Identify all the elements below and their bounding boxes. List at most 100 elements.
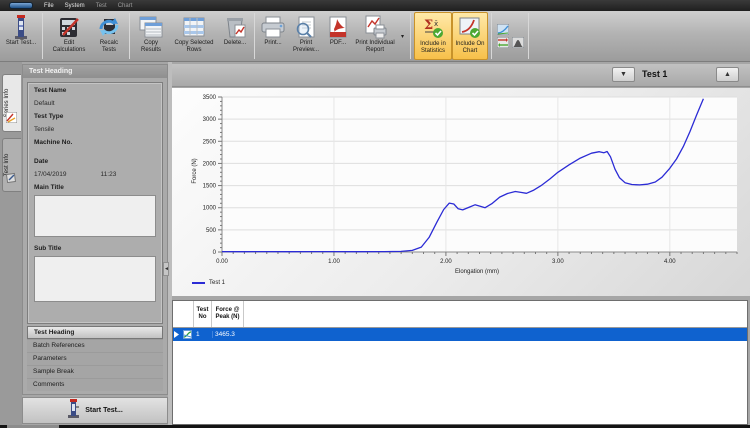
section-comments[interactable]: Comments xyxy=(27,378,163,391)
svg-text:4.00: 4.00 xyxy=(664,259,676,265)
toolbar-label: Print... xyxy=(264,40,281,47)
printer-icon xyxy=(260,14,286,40)
menu-file[interactable]: File xyxy=(44,3,54,9)
svg-text:3000: 3000 xyxy=(203,117,217,123)
results-table-header: Test No Force @ Peak (N) xyxy=(173,301,747,328)
current-test-label: Test 1 xyxy=(642,69,667,79)
toolbar: Start Test... Edit Calculations Recalc T… xyxy=(0,11,750,62)
svg-text:3500: 3500 xyxy=(203,95,217,101)
section-sample-break[interactable]: Sample Break xyxy=(27,365,163,378)
app-menu-button[interactable] xyxy=(9,2,33,9)
toolbar-separator xyxy=(528,13,529,59)
svg-text:x̄: x̄ xyxy=(434,20,438,28)
svg-text:500: 500 xyxy=(206,228,217,234)
test-info-icon xyxy=(6,170,17,188)
result-row[interactable]: 1 3465.3 xyxy=(173,328,747,341)
menu-test[interactable]: Test xyxy=(96,3,107,9)
next-test-button[interactable]: ▲ xyxy=(716,67,739,82)
test-navigator-bar: ▼ Test 1 ▲ xyxy=(172,64,750,87)
delete-button[interactable]: Delete... xyxy=(219,12,251,60)
test-no-column-header[interactable]: Test No xyxy=(194,301,212,327)
delete-icon xyxy=(223,14,247,40)
svg-text:3.00: 3.00 xyxy=(552,259,564,265)
svg-text:1.00: 1.00 xyxy=(328,259,340,265)
force-elongation-chart[interactable]: 05001000150020002500300035000.001.002.00… xyxy=(172,88,750,296)
test-heading-fields: Test Name Default Test Type Tensile Mach… xyxy=(27,82,163,324)
toolbar-label: Edit Calculations xyxy=(48,40,90,54)
chart-check-icon xyxy=(458,15,482,41)
report-dropdown-arrow-icon[interactable]: ▾ xyxy=(398,33,407,40)
collapse-panel-arrow-icon[interactable]: ◄ xyxy=(163,262,169,276)
menu-chart[interactable]: Chart xyxy=(118,3,133,9)
field-label-sub-title: Sub Title xyxy=(34,245,156,252)
toolbar-label: Recalc Tests xyxy=(94,40,124,54)
chart-view-button[interactable] xyxy=(496,24,509,36)
row-marker-icon xyxy=(173,330,182,339)
print-button[interactable]: Print... xyxy=(258,12,288,60)
pdf-icon xyxy=(327,14,349,40)
print-preview-button[interactable]: Print Preview... xyxy=(288,12,324,60)
include-on-chart-toggle[interactable]: Include On Chart xyxy=(452,12,488,60)
print-individual-report-button[interactable]: Print Individual Report xyxy=(352,12,398,60)
histogram-icon xyxy=(512,37,524,48)
section-batch-references[interactable]: Batch References xyxy=(27,339,163,352)
svg-text:Σ: Σ xyxy=(424,18,433,33)
edit-calculations-button[interactable]: Edit Calculations xyxy=(46,12,92,60)
main-title-input[interactable] xyxy=(34,195,156,237)
toolbar-label: Start Test... xyxy=(6,40,36,47)
chart-panel: 05001000150020002500300035000.001.002.00… xyxy=(172,88,750,296)
copy-selected-rows-button[interactable]: Copy Selected Rows xyxy=(169,12,219,60)
sub-title-input[interactable] xyxy=(34,256,156,302)
copy-results-button[interactable]: Copy Results xyxy=(133,12,169,60)
sigma-check-icon: Σx̄ xyxy=(421,15,445,41)
compare-chart-icon xyxy=(497,37,509,48)
test-machine-icon xyxy=(13,14,29,40)
svg-text:2.00: 2.00 xyxy=(440,259,452,265)
force-peak-column-header[interactable]: Force @ Peak (N) xyxy=(212,301,244,327)
copy-results-icon xyxy=(138,14,164,40)
svg-text:1500: 1500 xyxy=(203,184,217,190)
field-label-machine-no: Machine No. xyxy=(34,139,156,146)
chart-legend: Test 1 xyxy=(192,280,225,286)
legend-line-swatch xyxy=(192,282,205,284)
previous-test-button[interactable]: ▼ xyxy=(612,67,635,82)
section-test-heading[interactable]: Test Heading xyxy=(27,326,163,339)
print-report-icon xyxy=(362,14,388,40)
toolbar-label: Copy Selected Rows xyxy=(171,40,217,54)
histogram-button[interactable] xyxy=(511,37,524,49)
start-test-label: Start Test... xyxy=(85,407,123,414)
field-value-test-type[interactable]: Tensile xyxy=(34,126,156,133)
calculator-icon xyxy=(57,14,81,40)
start-test-toolbar-button[interactable]: Start Test... xyxy=(3,12,39,60)
field-value-time: 11:23 xyxy=(101,171,117,178)
section-parameters[interactable]: Parameters xyxy=(27,352,163,365)
x-axis-label: Elongation (mm) xyxy=(362,269,592,275)
toolbar-label: Delete... xyxy=(224,40,246,47)
row-chart-icon[interactable] xyxy=(182,330,194,339)
toolbar-label: Print Preview... xyxy=(290,40,322,54)
svg-text:0.00: 0.00 xyxy=(216,259,228,265)
toolbar-label: Copy Results xyxy=(135,40,167,54)
copy-rows-icon xyxy=(181,14,207,40)
row-marker-column-header xyxy=(173,301,182,327)
compare-charts-button[interactable] xyxy=(496,37,509,49)
icon-column-header xyxy=(182,301,194,327)
field-label-test-name: Test Name xyxy=(34,87,156,94)
svg-text:2000: 2000 xyxy=(203,161,217,167)
svg-text:1000: 1000 xyxy=(203,206,217,212)
side-tabstrip: Series Info Test Info xyxy=(0,62,22,425)
test-heading-panel: Test Heading Test Name Default Test Type… xyxy=(22,64,168,395)
tab-test-info[interactable]: Test Info xyxy=(2,138,21,192)
pdf-button[interactable]: PDF... xyxy=(324,12,352,60)
recalc-tests-button[interactable]: Recalc Tests xyxy=(92,12,126,60)
tab-series-info[interactable]: Series Info xyxy=(2,74,21,132)
start-test-button[interactable]: Start Test... xyxy=(22,397,168,424)
series-info-icon xyxy=(6,110,17,128)
include-in-statistics-toggle[interactable]: Σx̄ Include in Statistics xyxy=(414,12,452,60)
menubar: File System Test Chart xyxy=(0,0,750,11)
y-axis-label: Force (N) xyxy=(192,151,198,191)
svg-text:2500: 2500 xyxy=(203,139,217,145)
field-value-test-name[interactable]: Default xyxy=(34,100,156,107)
field-label-main-title: Main Title xyxy=(34,184,156,191)
menu-system[interactable]: System xyxy=(65,3,85,9)
